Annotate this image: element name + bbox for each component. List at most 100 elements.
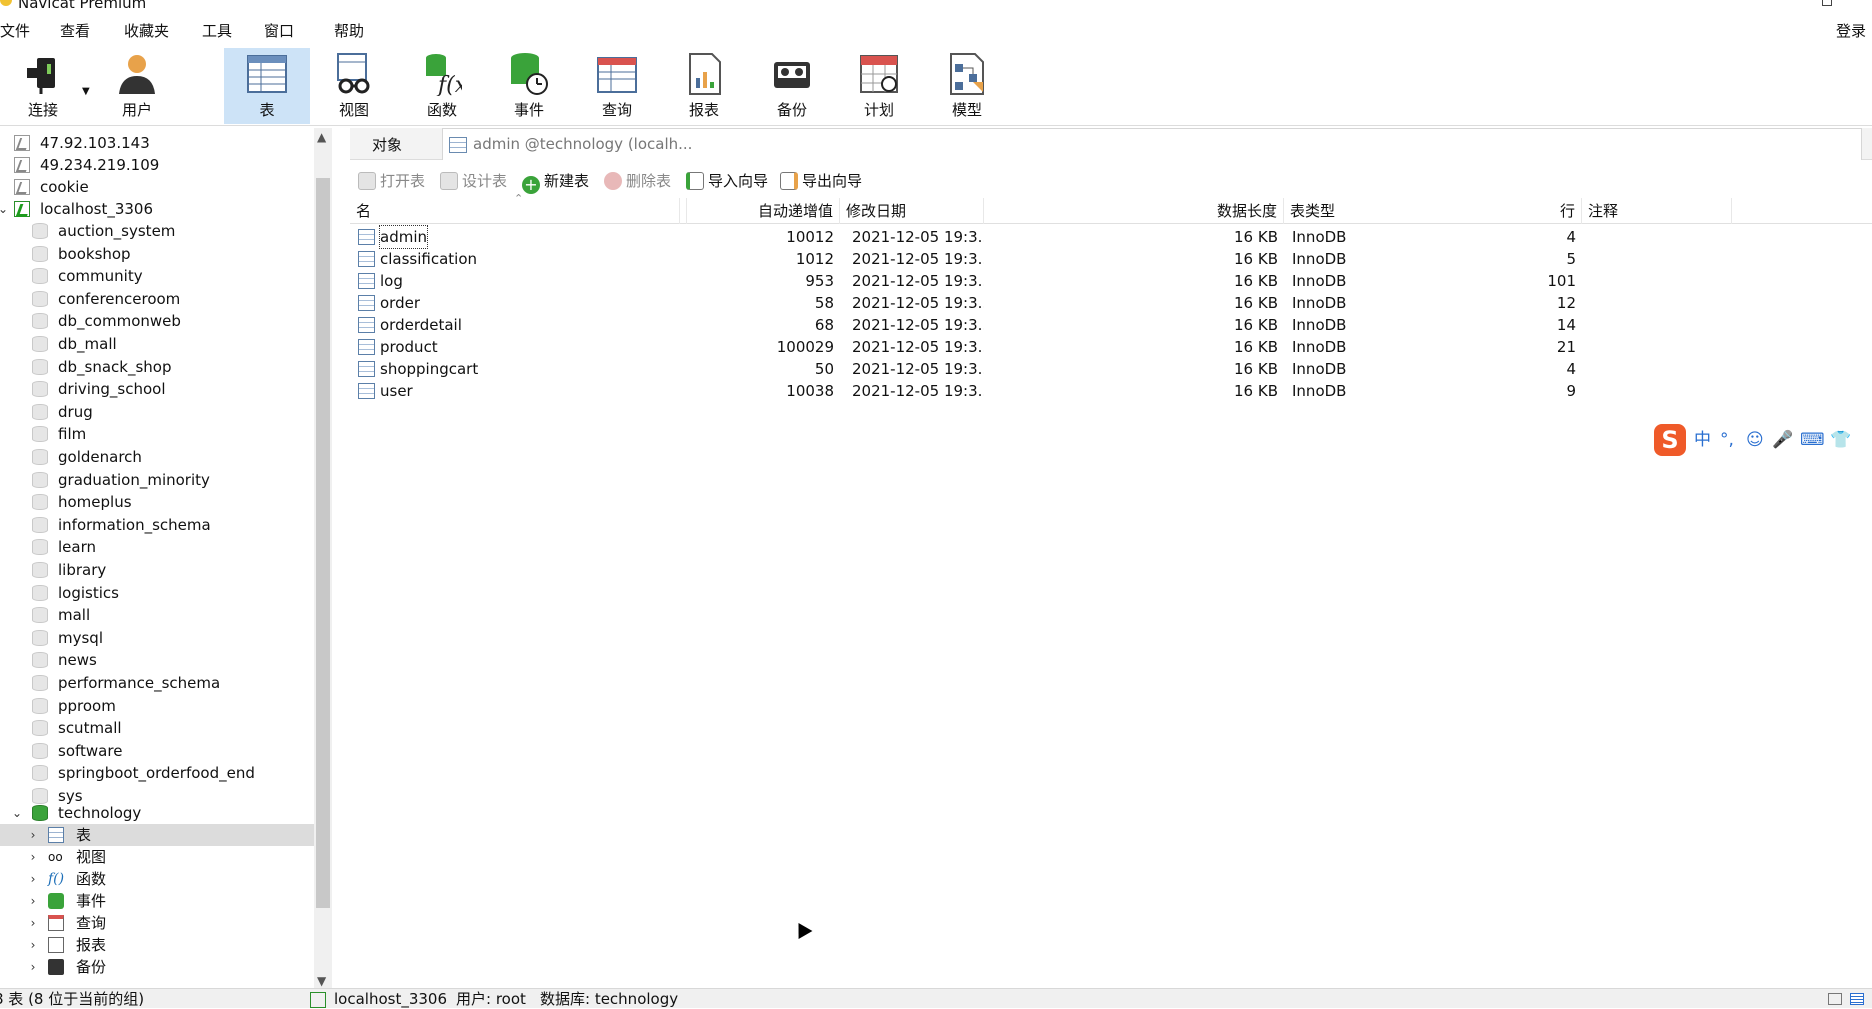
grid-view-icon[interactable] [1828, 993, 1842, 1005]
column-header-comment[interactable]: 注释 [1582, 198, 1732, 224]
cell-table-name[interactable]: orderdetail [380, 314, 462, 336]
toolbar-table-button[interactable]: 表 [224, 48, 310, 124]
scrollbar-thumb[interactable] [316, 178, 330, 908]
login-link[interactable]: 登录 [1836, 20, 1866, 42]
delete-table-button[interactable]: 删除表 [604, 169, 671, 193]
tree-database-node[interactable]: db_snack_shop [0, 356, 328, 378]
cell-table-name[interactable]: shoppingcart [380, 358, 478, 380]
tree-subnode-views[interactable]: › oo 视图 [0, 846, 328, 868]
chevron-right-icon[interactable]: › [26, 956, 40, 978]
table-row[interactable]: admin 10012 2021-12-05 19:3... 16 KB InnoDB 4 [350, 225, 1872, 249]
column-header-auto-increment[interactable]: 自动递增值 [680, 198, 840, 224]
new-table-button[interactable]: + 新建表 [522, 169, 589, 194]
tree-database-technology[interactable]: ⌄ technology [0, 802, 328, 824]
table-row[interactable]: classification 1012 2021-12-05 19:3... 16 K… [350, 248, 1872, 270]
tab-objects[interactable]: 对象 [372, 134, 402, 155]
table-row[interactable]: shoppingcart 50 2021-12-05 19:3... 16 KB Inn… [350, 358, 1872, 380]
scroll-down-icon[interactable]: ▼ [317, 974, 326, 988]
import-wizard-button[interactable]: 导入向导 [686, 169, 768, 193]
tree-database-node[interactable]: information_schema [0, 514, 328, 536]
restore-icon[interactable] [1822, 0, 1832, 6]
tree-database-node[interactable]: goldenarch [0, 446, 328, 468]
toolbar-model-button[interactable]: 模型 [924, 48, 1010, 124]
chevron-right-icon[interactable]: › [26, 824, 40, 846]
table-list-grid[interactable]: 名 ⌃ 自动递增值 修改日期 数据长度 表类型 行 注释 admin 10012 2… [350, 192, 1872, 988]
cell-table-name[interactable]: product [380, 336, 438, 358]
table-row[interactable]: log 953 2021-12-05 19:3... 16 KB InnoDB 101 [350, 270, 1872, 292]
menu-view[interactable]: 查看 [58, 20, 92, 42]
column-header-data-length[interactable]: 数据长度 [984, 198, 1284, 224]
tree-database-node[interactable]: homeplus [0, 491, 328, 513]
tree-subnode-queries[interactable]: › 查询 [0, 912, 328, 934]
toolbar-event-button[interactable]: 事件 [486, 48, 572, 124]
tree-database-node[interactable]: drug [0, 401, 328, 423]
cell-table-name[interactable]: classification [380, 248, 477, 270]
tree-database-node[interactable]: auction_system [0, 220, 328, 242]
open-table-button[interactable]: 打开表 [358, 169, 425, 193]
toolbar-view-button[interactable]: 视图 [311, 48, 397, 124]
tree-subnode-events[interactable]: › 事件 [0, 890, 328, 912]
menu-favorites[interactable]: 收藏夹 [122, 20, 171, 42]
tree-subnode-reports[interactable]: › 报表 [0, 934, 328, 956]
cell-table-name[interactable]: admin [379, 225, 428, 249]
menu-file[interactable]: 文件 [0, 20, 32, 42]
tree-database-node[interactable]: news [0, 649, 328, 671]
list-view-icon[interactable] [1850, 993, 1864, 1005]
ime-chinese-mode-icon[interactable]: 中 [1694, 430, 1711, 450]
chevron-right-icon[interactable]: › [26, 868, 40, 890]
tree-database-node[interactable]: graduation_minority [0, 469, 328, 491]
cell-table-name[interactable]: order [380, 292, 420, 314]
tree-connection-node[interactable]: cookie [0, 176, 328, 198]
toolbar-connect-button[interactable]: 连接 ▼ [0, 48, 90, 124]
ime-keyboard-icon[interactable]: ⌨ [1800, 430, 1825, 450]
chevron-right-icon[interactable]: › [26, 934, 40, 956]
chevron-down-icon[interactable]: ▼ [82, 86, 90, 97]
toolbar-query-button[interactable]: 查询 [574, 48, 660, 124]
sogou-logo-icon[interactable]: S [1654, 424, 1686, 456]
chevron-right-icon[interactable]: › [26, 912, 40, 934]
tree-connection-node[interactable]: 49.234.219.109 [0, 154, 328, 176]
ime-skin-icon[interactable]: 👕 [1830, 430, 1851, 450]
tree-database-node[interactable]: film [0, 423, 328, 445]
cell-table-name[interactable]: log [380, 270, 403, 292]
column-header-rows[interactable]: 行 [1410, 198, 1582, 224]
ime-punctuation-icon[interactable]: °, [1720, 430, 1734, 450]
tree-database-node[interactable]: learn [0, 536, 328, 558]
menu-window[interactable]: 窗口 [262, 20, 296, 42]
design-table-button[interactable]: 设计表 [440, 169, 507, 193]
ime-toolbar[interactable]: S 中 °, ☺ 🎤 ⌨ 👕 [1650, 424, 1872, 456]
tree-database-node[interactable]: mall [0, 604, 328, 626]
tree-database-node[interactable]: driving_school [0, 378, 328, 400]
tree-database-node[interactable]: community [0, 265, 328, 287]
tree-database-node[interactable]: bookshop [0, 243, 328, 265]
tree-database-node[interactable]: conferenceroom [0, 288, 328, 310]
toolbar-backup-button[interactable]: 备份 [749, 48, 835, 124]
tree-database-node[interactable]: db_commonweb [0, 310, 328, 332]
tree-database-node[interactable]: db_mall [0, 333, 328, 355]
chevron-right-icon[interactable]: › [26, 846, 40, 868]
tree-subnode-functions[interactable]: › f() 函数 [0, 868, 328, 890]
tree-subnode-backups[interactable]: › 备份 [0, 956, 328, 978]
table-row[interactable]: product 100029 2021-12-05 19:3... 16 KB Inno… [350, 336, 1872, 358]
column-header-modified[interactable]: 修改日期 [840, 198, 984, 224]
tree-database-node[interactable]: performance_schema [0, 672, 328, 694]
scroll-up-icon[interactable]: ▲ [317, 130, 326, 144]
tree-database-node[interactable]: springboot_orderfood_end [0, 762, 328, 784]
ime-emoji-icon[interactable]: ☺ [1746, 430, 1764, 450]
chevron-right-icon[interactable]: › [26, 890, 40, 912]
table-row[interactable]: order 58 2021-12-05 19:3... 16 KB InnoDB 12 [350, 292, 1872, 314]
tree-subnode-tables[interactable]: › 表 [0, 824, 328, 846]
tree-database-node[interactable]: mysql [0, 627, 328, 649]
cell-table-name[interactable]: user [380, 380, 413, 402]
menu-tools[interactable]: 工具 [200, 20, 234, 42]
tree-database-node[interactable]: library [0, 559, 328, 581]
menu-help[interactable]: 帮助 [332, 20, 366, 42]
tree-scrollbar[interactable]: ▲ ▼ [314, 128, 332, 990]
chevron-down-icon[interactable]: ⌄ [0, 198, 10, 220]
export-wizard-button[interactable]: 导出向导 [780, 169, 862, 193]
tree-database-node[interactable]: logistics [0, 582, 328, 604]
table-row[interactable]: user 10038 2021-12-05 19:3... 16 KB InnoDB 9 [350, 380, 1872, 402]
tree-database-node[interactable]: scutmall [0, 717, 328, 739]
toolbar-user-button[interactable]: 用户 [94, 48, 180, 124]
tree-connection-localhost[interactable]: ⌄ localhost_3306 [0, 198, 328, 220]
